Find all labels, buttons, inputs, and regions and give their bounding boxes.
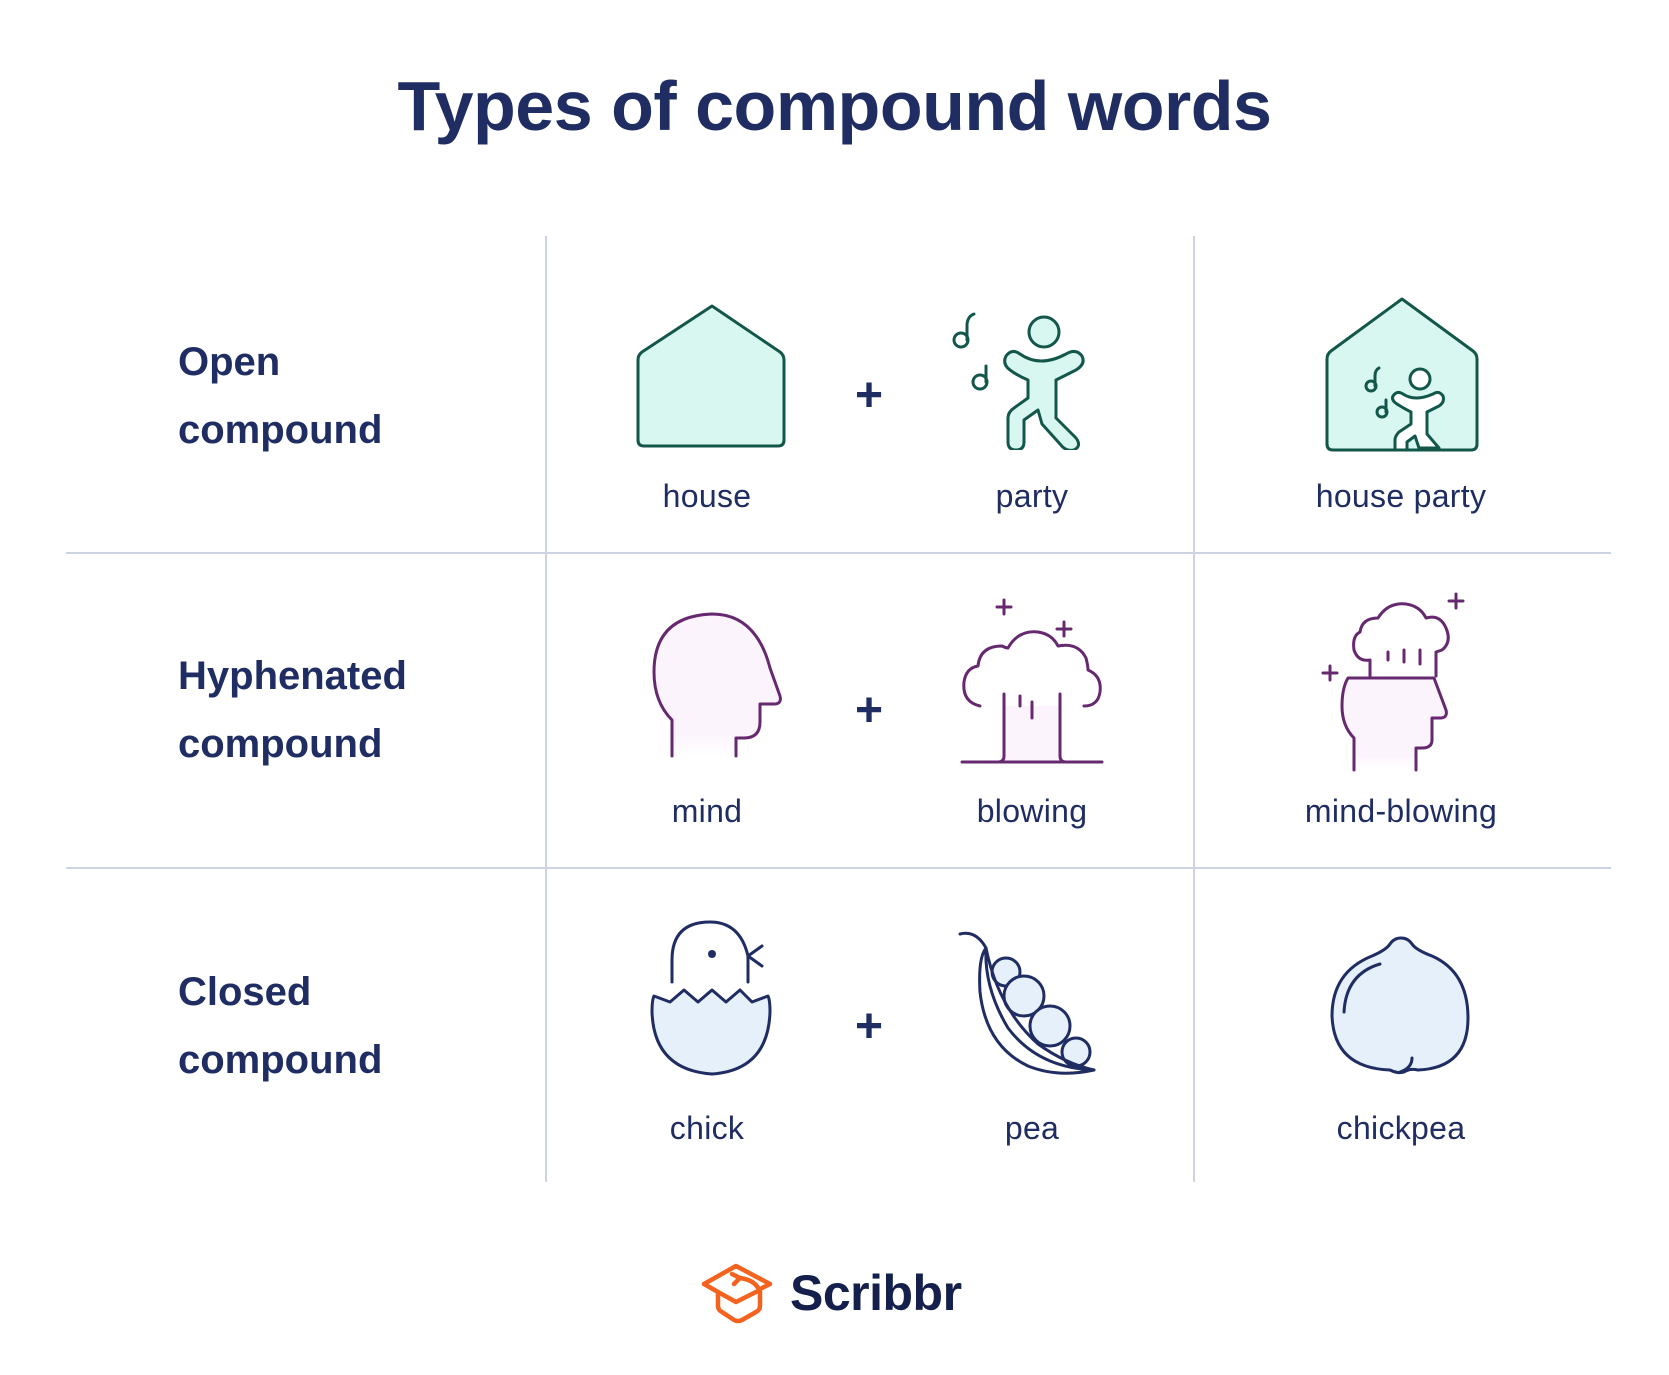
head-profile-icon (652, 612, 782, 758)
grid-divider-horizontal-2 (66, 867, 1611, 869)
word-chickpea: chickpea (1336, 1110, 1466, 1146)
plus-operator: + (854, 1000, 884, 1053)
word-blowing: blowing (976, 793, 1088, 829)
word-chick: chick (669, 1110, 745, 1146)
house-party-icon (1325, 297, 1479, 452)
row-label: Closed compound (178, 958, 382, 1094)
grid-divider-horizontal-1 (66, 552, 1611, 554)
row-label-line1: Closed (178, 970, 312, 1014)
word-mind-blowing: mind-blowing (1304, 793, 1498, 829)
hatching-chick-icon (650, 920, 772, 1076)
plus-operator: + (854, 684, 884, 737)
plus-operator: + (854, 369, 884, 422)
grid-divider-vertical-2 (1193, 236, 1195, 1182)
row-label-line2: compound (178, 408, 383, 452)
row-label-line2: compound (178, 1038, 383, 1082)
explosion-icon (960, 598, 1104, 764)
row-label-line2: compound (178, 722, 383, 766)
word-house-party: house party (1315, 478, 1487, 514)
dancing-person-icon (952, 312, 1085, 450)
pea-pod-icon (958, 931, 1096, 1075)
row-label-line1: Hyphenated (178, 654, 407, 698)
row-label: Hyphenated compound (178, 642, 407, 778)
word-pea: pea (1004, 1110, 1060, 1146)
word-house: house (662, 478, 752, 514)
row-label: Open compound (178, 328, 382, 464)
page-title: Types of compound words (397, 67, 1272, 145)
scribbr-logo: Scribbr (700, 1262, 962, 1324)
chickpea-icon (1330, 936, 1470, 1075)
word-mind: mind (671, 793, 743, 829)
house-icon (636, 304, 786, 448)
graduation-cap-icon (701, 1263, 773, 1324)
row-label-line1: Open (178, 340, 281, 384)
mind-blowing-icon (1321, 592, 1465, 772)
word-party: party (995, 478, 1069, 514)
logo-text: Scribbr (790, 1265, 962, 1321)
grid-divider-vertical-1 (545, 236, 547, 1182)
